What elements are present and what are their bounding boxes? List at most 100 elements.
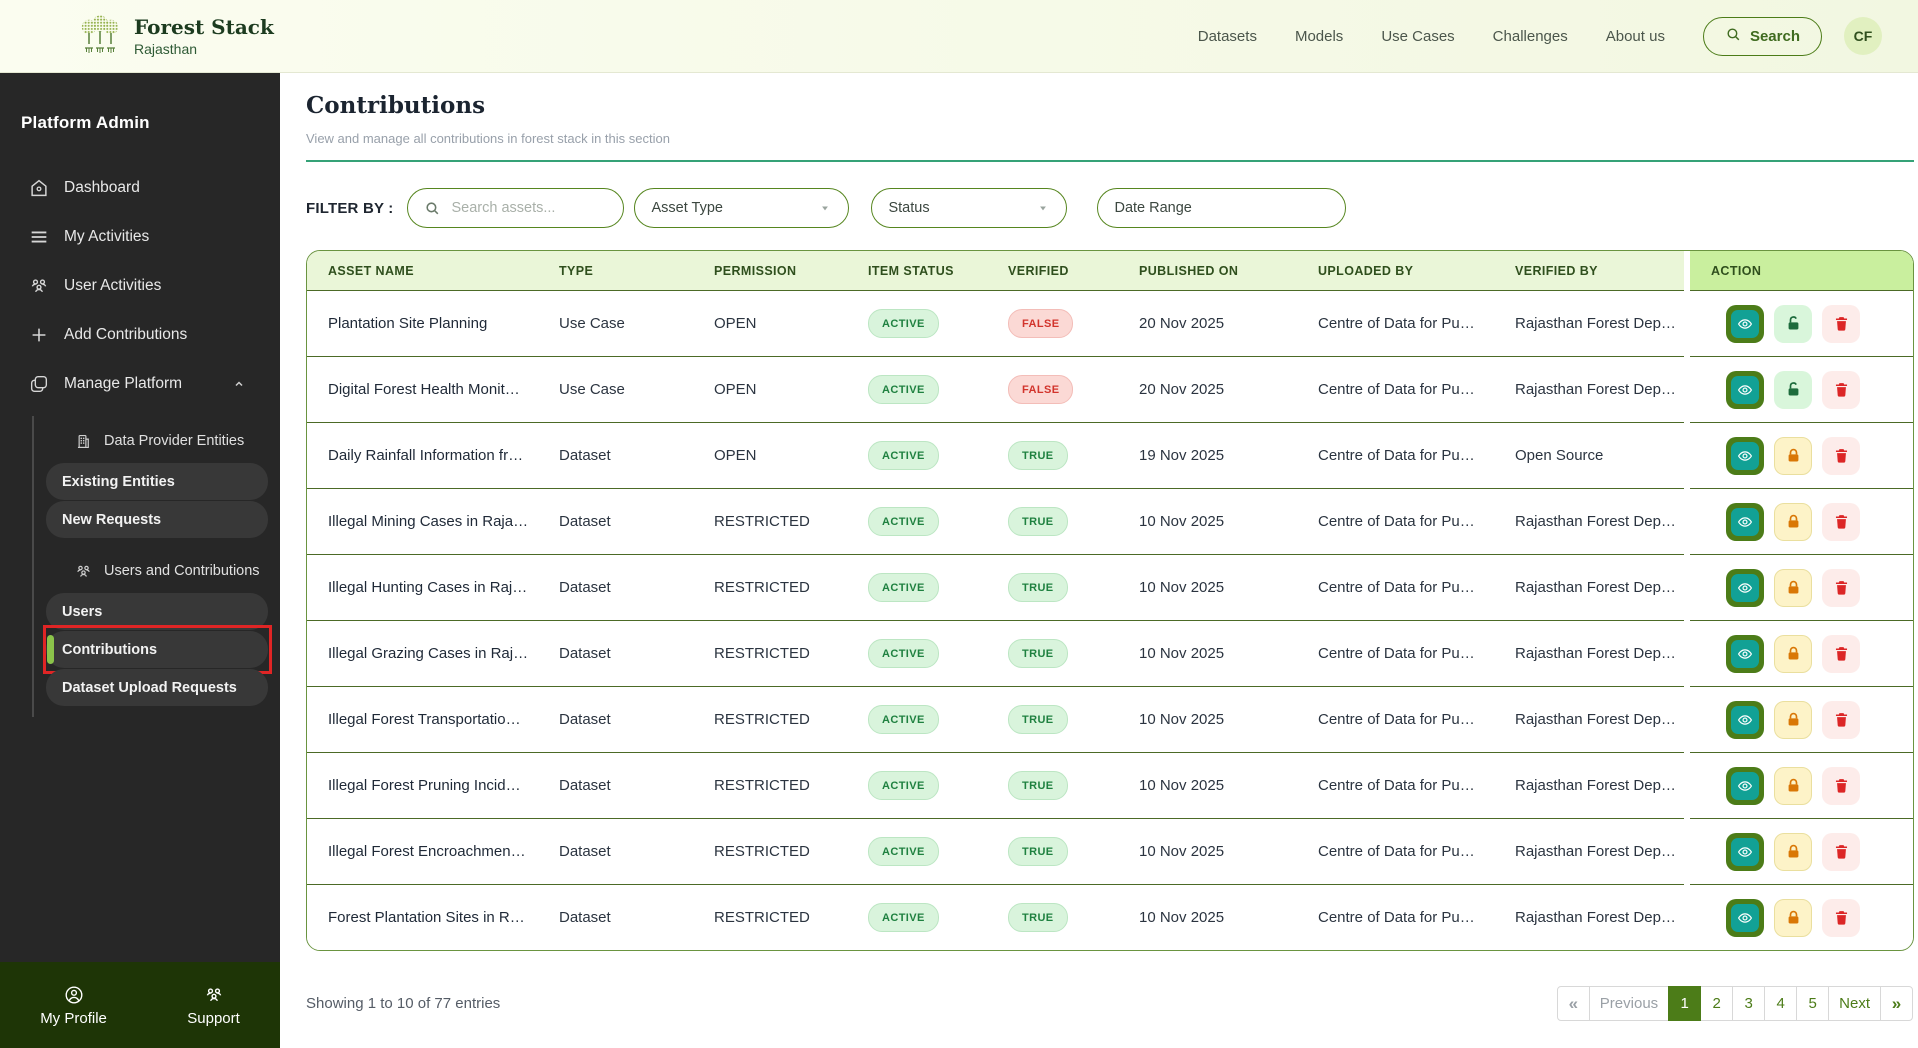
pagination-page-3[interactable]: 3 (1732, 986, 1765, 1021)
sidebar-item-dashboard[interactable]: Dashboard (0, 163, 280, 212)
table-row: Forest Plantation Sites in R…DatasetREST… (307, 884, 1913, 950)
view-button[interactable] (1726, 503, 1764, 541)
pagination-next[interactable]: Next (1828, 986, 1881, 1021)
lock-button[interactable] (1774, 701, 1812, 739)
asset-type-select[interactable]: Asset Type (634, 188, 849, 228)
verified-badge: TRUE (1008, 837, 1068, 866)
status-select[interactable]: Status (871, 188, 1067, 228)
layers-icon (28, 373, 50, 395)
delete-button[interactable] (1822, 569, 1860, 607)
view-button[interactable] (1726, 767, 1764, 805)
cell-item-status: ACTIVE (868, 771, 1008, 800)
app-root: Forest Stack Rajasthan DatasetsModelsUse… (0, 0, 1918, 1048)
lock-button[interactable] (1774, 305, 1812, 343)
cell-permission: OPEN (714, 315, 868, 332)
sidebar-item-add-contributions[interactable]: Add Contributions (0, 310, 280, 359)
cell-asset-name: Forest Plantation Sites in R… (328, 909, 559, 926)
pagination-first[interactable]: « (1557, 986, 1590, 1021)
lock-closed-icon (1784, 908, 1803, 927)
top-nav-use-cases[interactable]: Use Cases (1381, 28, 1454, 45)
view-button[interactable] (1726, 371, 1764, 409)
chevron-up-icon (230, 375, 248, 393)
cell-asset-name: Illegal Forest Transportatio… (328, 711, 559, 728)
sidebar-item-my-activities[interactable]: My Activities (0, 212, 280, 261)
pagination-page-4[interactable]: 4 (1764, 986, 1797, 1021)
search-button[interactable]: Search (1703, 17, 1822, 56)
cell-actions (1684, 503, 1913, 541)
lock-button[interactable] (1774, 635, 1812, 673)
delete-button[interactable] (1822, 437, 1860, 475)
date-range-field[interactable]: Date Range (1097, 188, 1346, 228)
cell-actions (1684, 569, 1913, 607)
view-button[interactable] (1726, 899, 1764, 937)
cell-verified: TRUE (1008, 771, 1139, 800)
delete-button[interactable] (1822, 833, 1860, 871)
status-badge: ACTIVE (868, 837, 939, 866)
pagination-last[interactable]: » (1880, 986, 1913, 1021)
view-button[interactable] (1726, 635, 1764, 673)
status-label: Status (888, 200, 929, 216)
view-button[interactable] (1726, 437, 1764, 475)
lock-button[interactable] (1774, 899, 1812, 937)
top-nav-challenges[interactable]: Challenges (1493, 28, 1568, 45)
lock-button[interactable] (1774, 503, 1812, 541)
view-button[interactable] (1726, 305, 1764, 343)
cell-permission: RESTRICTED (714, 711, 868, 728)
top-nav-datasets[interactable]: Datasets (1198, 28, 1257, 45)
verified-badge: FALSE (1008, 309, 1073, 338)
search-assets-field[interactable] (407, 188, 624, 228)
sidebar-item-label: Dataset Upload Requests (62, 680, 237, 696)
cell-verified: TRUE (1008, 441, 1139, 470)
search-assets-input[interactable] (449, 199, 593, 217)
cell-type: Use Case (559, 315, 714, 332)
action-column-separator (1684, 251, 1690, 950)
sidebar-item-user-activities[interactable]: User Activities (0, 261, 280, 310)
pagination-page-1[interactable]: 1 (1668, 986, 1701, 1021)
delete-button[interactable] (1822, 701, 1860, 739)
lock-button[interactable] (1774, 767, 1812, 805)
delete-button[interactable] (1822, 767, 1860, 805)
cell-verified: TRUE (1008, 507, 1139, 536)
view-button[interactable] (1726, 833, 1764, 871)
sidebar-item-data-provider-entities[interactable]: Data Provider Entities (46, 420, 268, 462)
lock-button[interactable] (1774, 437, 1812, 475)
delete-button[interactable] (1822, 371, 1860, 409)
sidebar-item-existing-entities[interactable]: Existing Entities (46, 463, 268, 500)
delete-button[interactable] (1822, 899, 1860, 937)
top-nav-about-us[interactable]: About us (1606, 28, 1665, 45)
search-icon (424, 200, 441, 217)
status-badge: ACTIVE (868, 441, 939, 470)
view-button[interactable] (1726, 569, 1764, 607)
sidebar-item-users[interactable]: Users (46, 593, 268, 630)
pagination-page-2[interactable]: 2 (1700, 986, 1733, 1021)
sidebar-footer-my-profile[interactable]: My Profile (40, 984, 107, 1027)
eye-icon-frame (1731, 376, 1759, 404)
sidebar-item-contributions[interactable]: Contributions (46, 631, 268, 668)
users-icon (203, 984, 225, 1006)
sidebar-footer-support[interactable]: Support (187, 984, 240, 1027)
lock-closed-icon (1784, 776, 1803, 795)
sidebar-item-dataset-upload-requests[interactable]: Dataset Upload Requests (46, 669, 268, 706)
trash-icon (1832, 776, 1851, 795)
lock-button[interactable] (1774, 569, 1812, 607)
sidebar-item-new-requests[interactable]: New Requests (46, 501, 268, 538)
pagination-prev[interactable]: Previous (1589, 986, 1669, 1021)
view-button[interactable] (1726, 701, 1764, 739)
top-nav-models[interactable]: Models (1295, 28, 1343, 45)
avatar[interactable]: CF (1844, 17, 1882, 55)
cell-actions (1684, 437, 1913, 475)
trash-icon (1832, 380, 1851, 399)
delete-button[interactable] (1822, 305, 1860, 343)
lock-button[interactable] (1774, 371, 1812, 409)
pagination-page-5[interactable]: 5 (1796, 986, 1829, 1021)
delete-button[interactable] (1822, 635, 1860, 673)
chevron-down-icon (1036, 201, 1050, 215)
lock-button[interactable] (1774, 833, 1812, 871)
status-badge: ACTIVE (868, 375, 939, 404)
sidebar-item-manage-platform[interactable]: Manage Platform (0, 359, 280, 408)
eye-icon-frame (1731, 508, 1759, 536)
cell-verified: TRUE (1008, 837, 1139, 866)
sidebar-item-users-and-contributions[interactable]: Users and Contributions (46, 550, 268, 592)
cell-published-on: 10 Nov 2025 (1139, 909, 1318, 926)
delete-button[interactable] (1822, 503, 1860, 541)
